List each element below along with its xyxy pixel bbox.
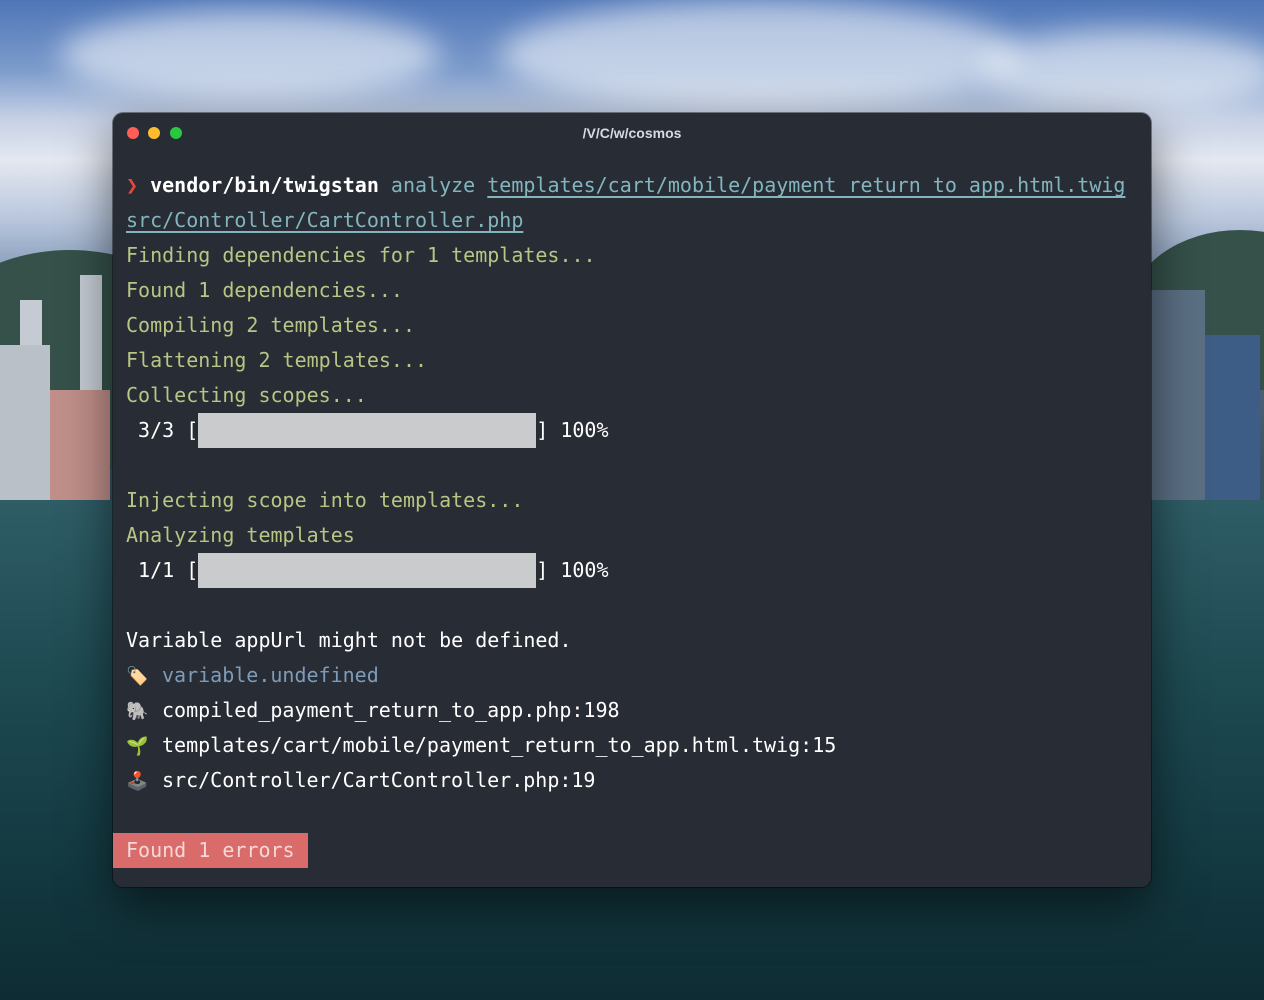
window-title: /V/C/w/cosmos <box>582 125 682 141</box>
title-bar[interactable]: /V/C/w/cosmos <box>113 113 1151 153</box>
progress-bracket-close: ] <box>536 418 549 442</box>
terminal-output[interactable]: ❯ vendor/bin/twigstan analyze templates/… <box>126 168 1141 798</box>
seedling-icon: 🌱 <box>126 736 149 757</box>
detail-line: 🌱 templates/cart/mobile/payment_return_to… <box>126 728 1141 763</box>
template-path-link[interactable]: templates/cart/mobile/payment_return_to_… <box>487 173 1125 197</box>
output-line: Compiling 2 templates... <box>126 313 415 337</box>
tag-icon: 🏷️ <box>126 666 149 687</box>
command-subcommand: analyze <box>390 173 476 197</box>
controller-file-location: src/Controller/CartController.php:19 <box>162 768 596 792</box>
joystick-icon: 🕹️ <box>126 771 149 792</box>
progress-bar-fill <box>198 553 537 588</box>
output-line: Finding dependencies for 1 templates... <box>126 243 596 267</box>
progress-bracket-close: ] <box>536 558 549 582</box>
output-line: Flattening 2 templates... <box>126 348 428 372</box>
template-file-location: templates/cart/mobile/payment_return_to_… <box>162 733 837 757</box>
error-identifier: variable.undefined <box>162 663 379 687</box>
detail-line: 🐘 compiled_payment_return_to_app.php:198 <box>126 693 1141 728</box>
analyze-progress: 1/1 [] 100% <box>126 553 1141 588</box>
progress-percent: 100% <box>548 558 609 582</box>
detail-line: 🏷️ variable.undefined <box>126 658 1141 693</box>
output-line: Found 1 dependencies... <box>126 278 403 302</box>
controller-path-link[interactable]: src/Controller/CartController.php <box>126 208 523 232</box>
output-line: Collecting scopes... <box>126 383 367 407</box>
progress-count: 3/3 [ <box>126 418 199 442</box>
error-summary-badge: Found 1 errors <box>113 833 308 868</box>
output-line: Analyzing templates <box>126 523 355 547</box>
terminal-window: /V/C/w/cosmos ❯ vendor/bin/twigstan anal… <box>113 113 1151 887</box>
progress-count: 1/1 [ <box>126 558 199 582</box>
command-line-continued: src/Controller/CartController.php <box>126 203 1141 238</box>
command-name: vendor/bin/twigstan <box>150 173 379 197</box>
elephant-icon: 🐘 <box>126 701 149 722</box>
command-line: ❯ vendor/bin/twigstan analyze templates/… <box>126 168 1141 203</box>
detail-line: 🕹️ src/Controller/CartController.php:19 <box>126 763 1141 798</box>
error-message: Variable appUrl might not be defined. <box>126 628 572 652</box>
progress-percent: 100% <box>548 418 609 442</box>
prompt-icon: ❯ <box>126 173 139 197</box>
scope-progress: 3/3 [] 100% <box>126 413 1141 448</box>
compiled-file-location: compiled_payment_return_to_app.php:198 <box>162 698 620 722</box>
progress-bar-fill <box>198 413 537 448</box>
output-line: Injecting scope into templates... <box>126 488 524 512</box>
